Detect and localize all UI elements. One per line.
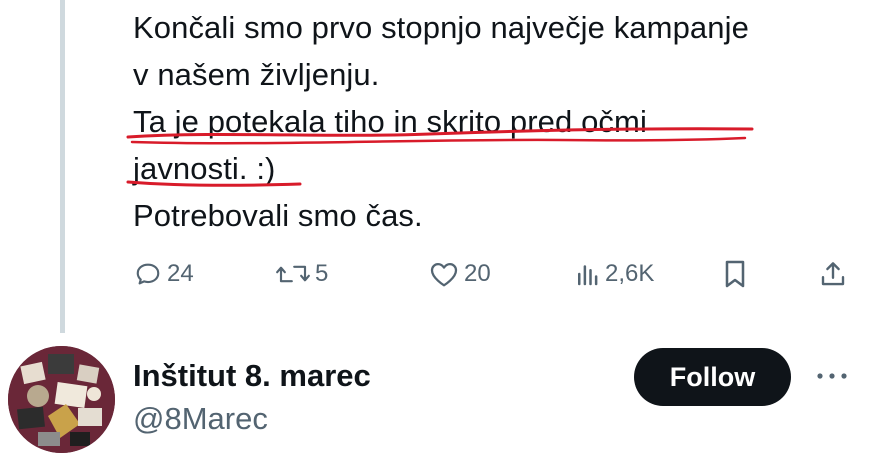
tweet-body: Končali smo prvo stopnjo največje kampan… — [133, 4, 873, 239]
tweet-text-line: Končali smo prvo stopnjo največje kampan… — [133, 10, 749, 45]
more-icon — [814, 368, 850, 386]
more-options-button[interactable] — [812, 365, 852, 389]
bookmark-icon — [721, 258, 749, 290]
thread-connector-line — [60, 0, 65, 333]
profile-name[interactable]: Inštitut 8. marec — [133, 358, 371, 394]
like-count: 20 — [464, 260, 491, 287]
views-count: 2,6K — [605, 260, 655, 287]
tweet-action-bar: 24 5 20 2,6K — [133, 254, 863, 294]
profile-card: Inštitut 8. marec @8Marec Follow — [0, 340, 896, 463]
profile-handle[interactable]: @8Marec — [133, 401, 268, 437]
repost-count: 5 — [315, 260, 329, 287]
tweet-screen: Končali smo prvo stopnjo največje kampan… — [0, 0, 896, 463]
tweet-text-line: javnosti. :) — [133, 151, 276, 186]
share-button[interactable] — [818, 254, 848, 294]
follow-button[interactable]: Follow — [634, 348, 791, 406]
views-button[interactable]: 2,6K — [575, 254, 654, 294]
views-icon — [575, 259, 601, 289]
tweet-text-line: v našem življenju. — [133, 57, 380, 92]
tweet-text-line: Ta je potekala tiho in skrito pred očmi — [133, 104, 647, 139]
tweet-text-line: Potrebovali smo čas. — [133, 198, 423, 233]
repost-button[interactable]: 5 — [275, 254, 328, 294]
like-button[interactable]: 20 — [428, 254, 491, 294]
bookmark-button[interactable] — [721, 254, 749, 294]
heart-icon — [428, 259, 460, 289]
reply-icon — [133, 259, 163, 289]
reply-count: 24 — [167, 260, 194, 287]
avatar[interactable] — [8, 346, 115, 453]
repost-icon — [275, 259, 311, 289]
reply-button[interactable]: 24 — [133, 254, 194, 294]
avatar-collage-image — [8, 346, 115, 453]
share-icon — [818, 259, 848, 289]
